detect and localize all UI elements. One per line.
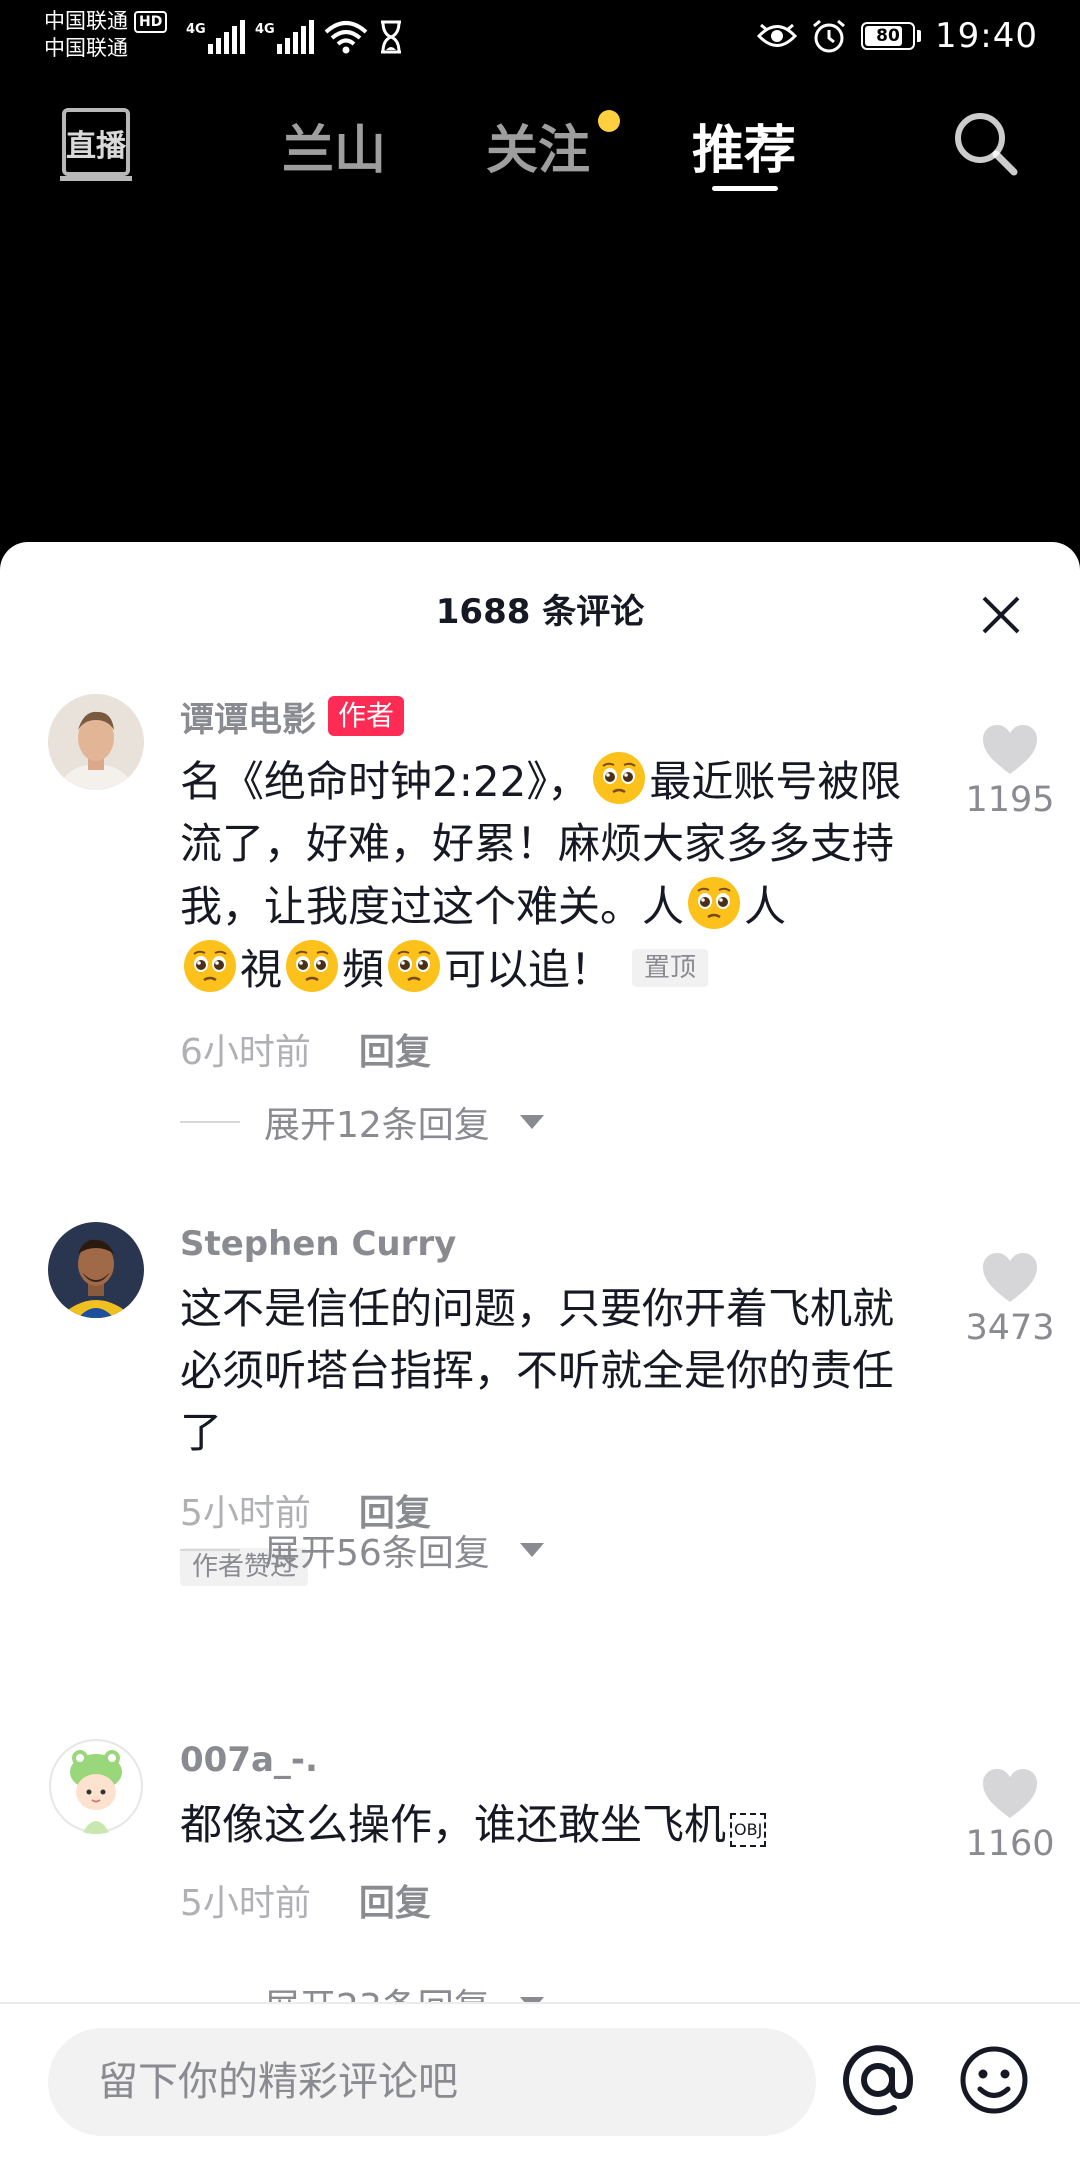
object-replacement-glyph: OBJ [730, 1813, 767, 1847]
search-icon[interactable] [950, 108, 1020, 178]
top-nav: 直播 兰山 关注 推荐 [0, 90, 1080, 200]
comment-text: 这不是信任的问题，只要你开着飞机就必须听塔台指挥，不听就全是你的责任了 [180, 1284, 895, 1457]
comment-text: 名《绝命时钟2:22》， 最近账号被限流了，好难，好累！麻烦大家多多支持我，让我度… [180, 750, 920, 1001]
expand-replies-button[interactable]: 展开56条回复 [180, 1524, 544, 1576]
comment-text-part: 視 [240, 945, 283, 994]
author-badge: 作者 [328, 696, 405, 736]
reply-button[interactable]: 回复 [359, 1023, 431, 1075]
heart-icon [983, 1769, 1037, 1818]
chevron-down-icon [519, 1115, 544, 1129]
chevron-down-icon [519, 1543, 544, 1557]
close-icon[interactable] [978, 592, 1024, 638]
cellular-signal-icon: 4G [186, 20, 245, 54]
comment-text-part: 頻 [342, 945, 385, 994]
comment-input-bar [0, 2002, 1080, 2160]
svg-text:直播: 直播 [66, 129, 127, 164]
tab-follow[interactable]: 关注 [486, 108, 590, 183]
eye-icon [757, 23, 798, 47]
heart-icon [983, 725, 1037, 774]
comment-input[interactable] [48, 2028, 816, 2136]
comment-time: 6小时前 [180, 1032, 311, 1073]
pinned-tag: 置顶 [632, 949, 709, 987]
commenter-name[interactable]: Stephen Curry [180, 1224, 456, 1264]
like-button[interactable]: 1195 [960, 724, 1060, 820]
network-type-1: 4G [186, 22, 206, 37]
status-right: 80 19:40 [757, 14, 1038, 58]
network-type-2: 4G [255, 22, 275, 37]
hd-badge: HD [134, 10, 168, 33]
like-count: 1160 [965, 1824, 1055, 1864]
crying-emoji [286, 940, 339, 992]
avatar[interactable] [48, 1738, 144, 1834]
avatar[interactable] [48, 694, 144, 790]
live-icon[interactable]: 直播 [60, 104, 132, 184]
carrier-1-label: 中国联通 [44, 9, 128, 33]
comment-text-part: 都像这么操作，谁还敢坐飞机 [180, 1800, 727, 1849]
status-bar: 中国联通 HD 中国联通 4G 4G 80 19:40 [0, 0, 1080, 70]
tab-recommend[interactable]: 推荐 [692, 108, 796, 183]
alarm-icon [813, 19, 845, 53]
signal-indicators: 4G 4G [186, 14, 404, 54]
clock: 19:40 [935, 16, 1038, 56]
divider [180, 1121, 240, 1123]
avatar[interactable] [48, 1222, 144, 1318]
comment-text: 都像这么操作，谁还敢坐飞机 OBJ [180, 1794, 920, 1856]
like-count: 1195 [965, 780, 1055, 820]
at-mention-icon[interactable] [840, 2042, 916, 2118]
comments-title: 1688 条评论 [435, 592, 645, 632]
crying-emoji [593, 752, 646, 804]
crying-emoji [688, 877, 741, 929]
comment-time: 5小时前 [180, 1883, 311, 1924]
comment-text-part: 可以追！ [444, 945, 613, 994]
crying-emoji [388, 940, 441, 992]
comment-text-part: 人 [744, 882, 787, 931]
active-tab-indicator [712, 186, 778, 191]
like-button[interactable]: 3473 [960, 1252, 1060, 1348]
like-count: 3473 [965, 1308, 1055, 1348]
comment-text-part: 名《绝命时钟2:22》， [180, 757, 590, 806]
wifi-icon [324, 21, 368, 54]
divider [180, 1549, 240, 1551]
cellular-signal-icon-2: 4G [255, 20, 314, 54]
commenter-name[interactable]: 谭谭电影 [180, 692, 316, 741]
battery-level: 80 [876, 26, 900, 46]
carrier-info: 中国联通 HD 中国联通 [44, 8, 168, 62]
commenter-name[interactable]: 007a_-. [180, 1740, 318, 1780]
crying-emoji [184, 940, 236, 992]
like-button[interactable]: 1160 [960, 1768, 1060, 1864]
reply-button[interactable]: 回复 [359, 1874, 431, 1926]
expand-replies-label: 展开12条回复 [264, 1105, 490, 1146]
expand-replies-label: 展开56条回复 [264, 1533, 490, 1574]
emoji-icon[interactable] [958, 2044, 1030, 2116]
expand-replies-button[interactable]: 展开12条回复 [180, 1096, 544, 1148]
battery-icon: 80 [861, 22, 916, 50]
notification-dot [598, 110, 620, 132]
carrier-2-label: 中国联通 [44, 36, 128, 60]
heart-icon [983, 1253, 1037, 1302]
tab-lanshan[interactable]: 兰山 [282, 108, 386, 183]
hourglass-icon [381, 20, 401, 54]
comments-sheet: 1688 条评论 谭谭电影 作者 名《绝命时钟2:22》， 最近账号被限流了，好难… [0, 542, 1080, 2160]
